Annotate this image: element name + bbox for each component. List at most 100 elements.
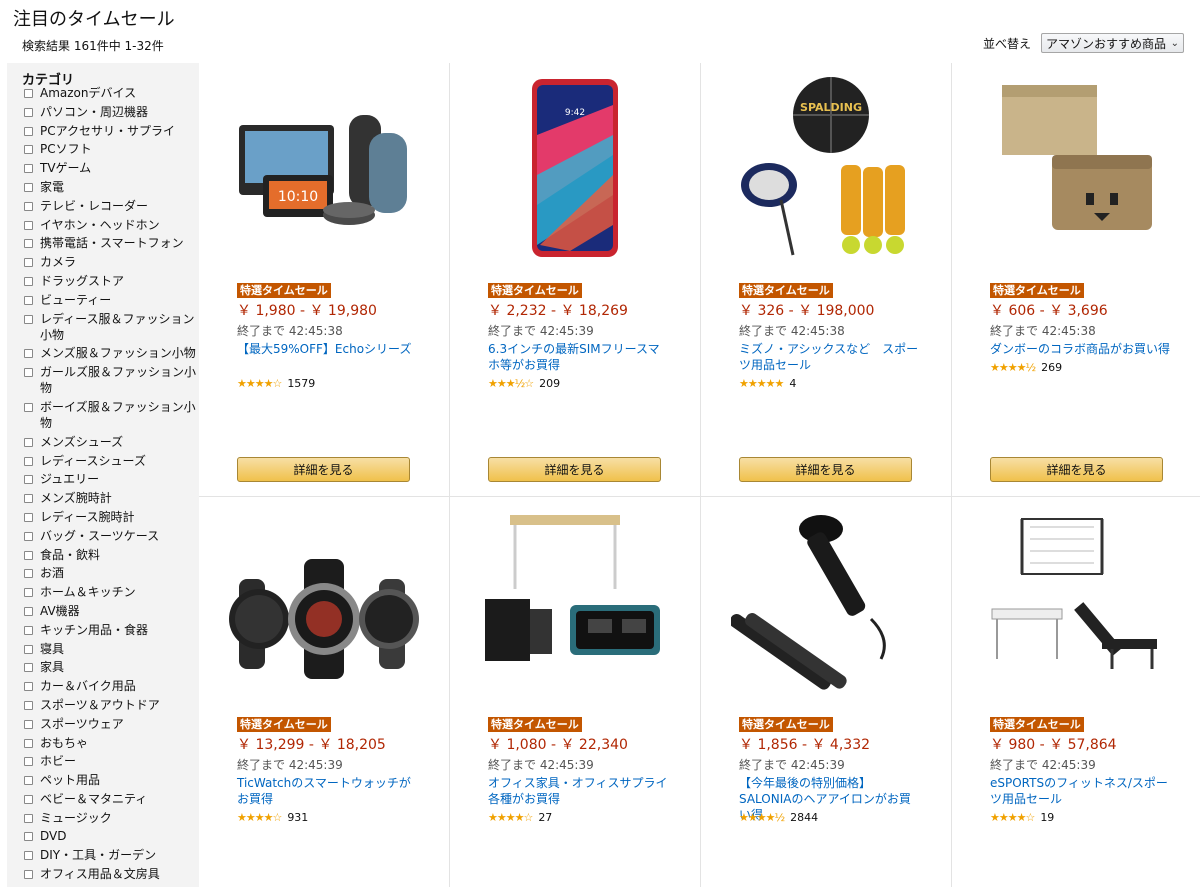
product-title-link[interactable]: オフィス家具・オフィスサプライ各種がお買得	[488, 775, 668, 807]
rating[interactable]: ★★★★☆ 27	[488, 811, 552, 824]
category-item[interactable]: レディース腕時計	[24, 509, 196, 525]
category-item[interactable]: 家具	[24, 659, 196, 675]
checkbox-icon[interactable]	[24, 794, 33, 804]
category-item[interactable]: TVゲーム	[24, 160, 196, 176]
category-item[interactable]: PCアクセサリ・サプライ	[24, 123, 196, 139]
category-item[interactable]: カメラ	[24, 254, 196, 270]
category-item[interactable]: スポーツウェア	[24, 716, 196, 732]
checkbox-icon[interactable]	[24, 550, 33, 560]
product-title-link[interactable]: ミズノ・アシックスなど スポーツ用品セール	[739, 341, 919, 373]
checkbox-icon[interactable]	[24, 813, 33, 823]
category-item[interactable]: バッグ・スーツケース	[24, 528, 196, 544]
category-item[interactable]: ペット用品	[24, 772, 196, 788]
checkbox-icon[interactable]	[24, 126, 33, 136]
category-item[interactable]: お酒	[24, 565, 196, 581]
category-item[interactable]: 寝具	[24, 641, 196, 657]
product-title-link[interactable]: eSPORTSのフィットネス/スポーツ用品セール	[990, 775, 1170, 807]
category-item[interactable]: キッチン用品・食器	[24, 622, 196, 638]
category-item[interactable]: カー＆バイク用品	[24, 678, 196, 694]
category-item[interactable]: Amazonデバイス	[24, 85, 196, 101]
checkbox-icon[interactable]	[24, 201, 33, 211]
product-title-link[interactable]: TicWatchのスマートウォッチがお買得	[237, 775, 417, 807]
rating[interactable]: ★★★★☆ 931	[237, 811, 308, 824]
category-item[interactable]: メンズ腕時計	[24, 490, 196, 506]
product-title-link[interactable]: ダンボーのコラボ商品がお買い得	[990, 341, 1170, 357]
checkbox-icon[interactable]	[24, 644, 33, 654]
checkbox-icon[interactable]	[24, 625, 33, 635]
view-details-button[interactable]: 詳細を見る	[739, 457, 912, 482]
checkbox-icon[interactable]	[24, 832, 33, 842]
category-item[interactable]: ガールズ服＆ファッション小物	[24, 364, 196, 396]
checkbox-icon[interactable]	[24, 757, 33, 767]
hair-iron-image[interactable]	[729, 509, 921, 699]
category-item[interactable]: ホーム＆キッチン	[24, 584, 196, 600]
view-details-button[interactable]: 詳細を見る	[488, 457, 661, 482]
checkbox-icon[interactable]	[24, 145, 33, 155]
category-item[interactable]: 食品・飲料	[24, 547, 196, 563]
category-item[interactable]: 家電	[24, 179, 196, 195]
checkbox-icon[interactable]	[24, 719, 33, 729]
smartphone-image[interactable]: 9:42	[480, 75, 670, 265]
checkbox-icon[interactable]	[24, 776, 33, 786]
checkbox-icon[interactable]	[24, 569, 33, 579]
category-item[interactable]: テレビ・レコーダー	[24, 198, 196, 214]
smartwatch-image[interactable]	[229, 509, 419, 699]
rating[interactable]: ★★★★½ 2844	[739, 811, 818, 824]
category-item[interactable]: ベビー＆マタニティ	[24, 791, 196, 807]
checkbox-icon[interactable]	[24, 182, 33, 192]
checkbox-icon[interactable]	[24, 437, 33, 447]
category-item[interactable]: DIY・工具・ガーデン	[24, 847, 196, 863]
product-title-link[interactable]: 6.3インチの最新SIMフリースマホ等がお買得	[488, 341, 668, 373]
category-item[interactable]: メンズシューズ	[24, 434, 196, 450]
sports-goods-image[interactable]: SPALDING	[731, 75, 921, 265]
checkbox-icon[interactable]	[24, 870, 33, 880]
checkbox-icon[interactable]	[24, 402, 33, 412]
checkbox-icon[interactable]	[24, 89, 33, 98]
category-item[interactable]: スポーツ＆アウトドア	[24, 697, 196, 713]
checkbox-icon[interactable]	[24, 349, 33, 359]
rating[interactable]: ★★★★★ 4	[739, 377, 796, 390]
category-item[interactable]: オフィス用品＆文房具	[24, 866, 196, 882]
checkbox-icon[interactable]	[24, 239, 33, 249]
category-item[interactable]: レディースシューズ	[24, 453, 196, 469]
category-item[interactable]: AV機器	[24, 603, 196, 619]
checkbox-icon[interactable]	[24, 456, 33, 466]
category-item[interactable]: メンズ服＆ファッション小物	[24, 345, 196, 361]
category-item[interactable]: ボーイズ服＆ファッション小物	[24, 399, 196, 431]
category-item[interactable]: おもちゃ	[24, 735, 196, 751]
category-item[interactable]: ビューティー	[24, 292, 196, 308]
rating[interactable]: ★★★★☆ 19	[990, 811, 1054, 824]
category-item[interactable]: パソコン・周辺機器	[24, 104, 196, 120]
sort-dropdown[interactable]: アマゾンおすすめ商品 ⌄	[1041, 33, 1184, 53]
category-item[interactable]: ドラッグストア	[24, 273, 196, 289]
checkbox-icon[interactable]	[24, 368, 33, 378]
view-details-button[interactable]: 詳細を見る	[990, 457, 1163, 482]
echo-devices-image[interactable]: 10:10	[229, 75, 419, 265]
checkbox-icon[interactable]	[24, 475, 33, 485]
checkbox-icon[interactable]	[24, 512, 33, 522]
checkbox-icon[interactable]	[24, 663, 33, 673]
checkbox-icon[interactable]	[24, 107, 33, 117]
category-item[interactable]: DVD	[24, 828, 196, 844]
rating[interactable]: ★★★½☆ 209	[488, 377, 560, 390]
checkbox-icon[interactable]	[24, 531, 33, 541]
checkbox-icon[interactable]	[24, 295, 33, 305]
category-item[interactable]: レディース服＆ファッション小物	[24, 311, 196, 343]
category-item[interactable]: ジュエリー	[24, 471, 196, 487]
category-item[interactable]: ホビー	[24, 753, 196, 769]
rating[interactable]: ★★★★½ 269	[990, 361, 1062, 374]
checkbox-icon[interactable]	[24, 220, 33, 230]
danboard-box-image[interactable]	[982, 75, 1172, 265]
checkbox-icon[interactable]	[24, 738, 33, 748]
checkbox-icon[interactable]	[24, 606, 33, 616]
checkbox-icon[interactable]	[24, 164, 33, 174]
checkbox-icon[interactable]	[24, 682, 33, 692]
category-item[interactable]: イヤホン・ヘッドホン	[24, 217, 196, 233]
checkbox-icon[interactable]	[24, 258, 33, 268]
checkbox-icon[interactable]	[24, 276, 33, 286]
view-details-button[interactable]: 詳細を見る	[237, 457, 410, 482]
office-desk-image[interactable]	[480, 509, 670, 699]
category-item[interactable]: ミュージック	[24, 810, 196, 826]
checkbox-icon[interactable]	[24, 314, 33, 324]
checkbox-icon[interactable]	[24, 700, 33, 710]
